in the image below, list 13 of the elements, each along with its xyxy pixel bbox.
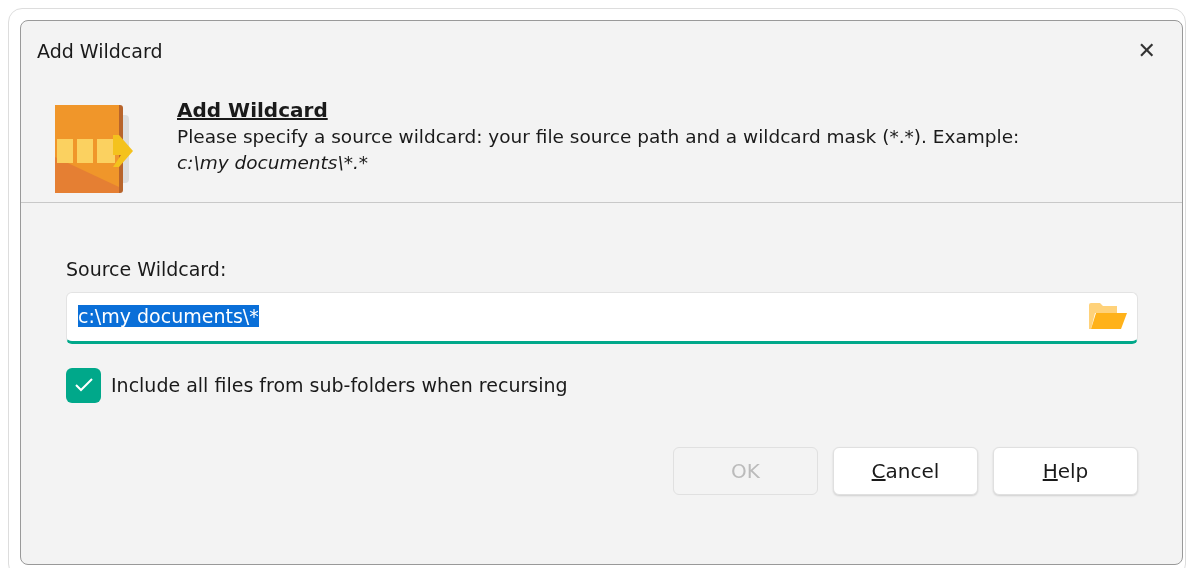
example-path: c:\my documents\*.*: [177, 151, 370, 176]
checkbox[interactable]: [66, 367, 101, 403]
check-icon: [73, 377, 94, 393]
folder-icon[interactable]: [1089, 302, 1127, 331]
path-input-field[interactable]: c:\my documents\*: [66, 291, 1138, 344]
checkbox-label: Include all files from sub-folders when recursing: [111, 372, 568, 398]
close-button[interactable]: ✕: [1127, 38, 1166, 64]
description-text: Please specify a source wildcard: your file source path and a wildcard mask (*.*). Example:: [177, 125, 1020, 149]
window-title: Add Wildcard: [37, 38, 163, 64]
cancel-button[interactable]: Cancel: [833, 446, 978, 495]
dialog-heading: Add Wildcard: [177, 97, 329, 124]
help-button[interactable]: Help: [993, 446, 1138, 495]
field-label: Source Wildcard:: [66, 257, 228, 282]
